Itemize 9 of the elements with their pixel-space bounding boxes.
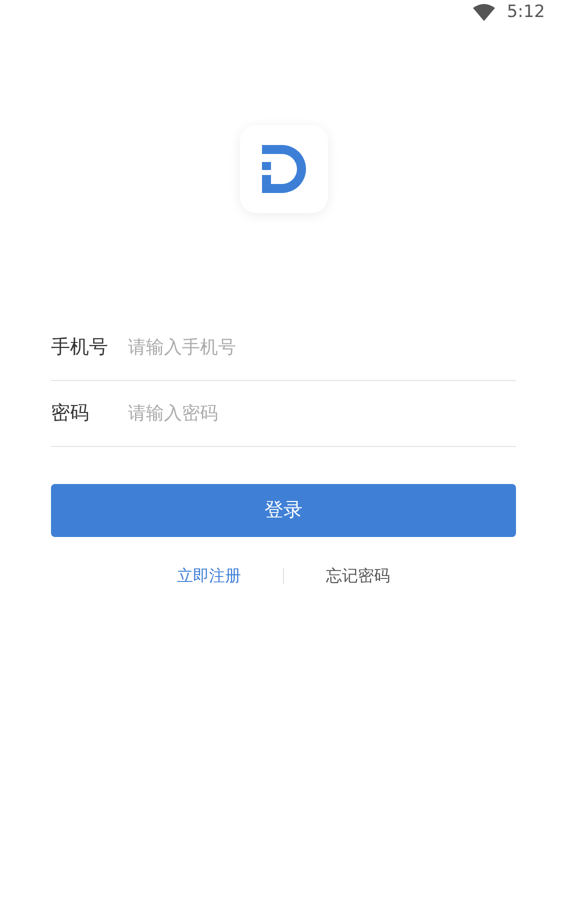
field-label: 手机号	[51, 335, 109, 360]
wifi-icon	[472, 4, 495, 21]
input-field[interactable]: 请输入密码	[128, 400, 516, 427]
forgot-password-link[interactable]: 忘记密码	[326, 564, 390, 588]
field-label: 密码	[51, 401, 90, 426]
clock: 5:12	[506, 0, 545, 24]
register-link[interactable]: 立即注册	[177, 564, 241, 588]
input-field[interactable]: 请输入手机号	[128, 334, 516, 361]
login-button[interactable]: 登录	[51, 484, 516, 537]
